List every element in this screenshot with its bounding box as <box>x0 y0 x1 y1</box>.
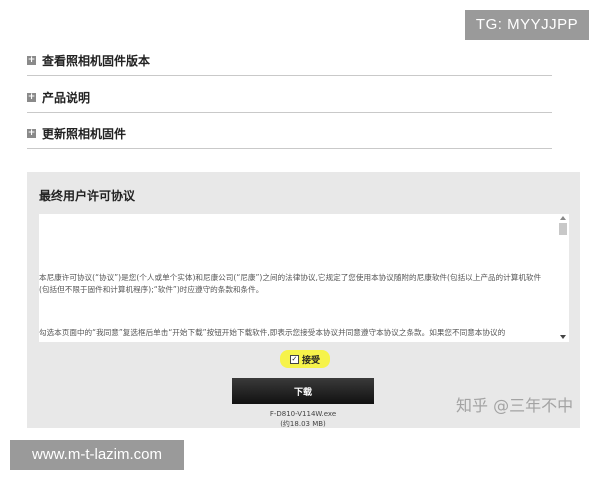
accordion-item-check-firmware-version[interactable]: + 查看照相机固件版本 <box>27 45 552 76</box>
plus-square-icon: + <box>27 54 36 65</box>
accordion-label: 更新照相机固件 <box>42 126 127 141</box>
download-file-size: (约18.03 MB) <box>280 420 326 428</box>
download-file-name: F-D810-V114W.exe <box>269 410 337 418</box>
eula-paragraph-2: 勾选本页面中的“我同意”复选框后单击“开始下载”按钮开始下载软件,即表示您接受本… <box>39 328 506 337</box>
accordion-label: 查看照相机固件版本 <box>42 53 151 68</box>
scroll-thumb[interactable] <box>559 223 567 235</box>
plus-square-icon: + <box>27 91 36 102</box>
eula-paragraph-1: 本尼康许可协议(“协议”)是您(个人或单个实体)和尼康公司(“尼康”)之间的法律… <box>39 273 542 294</box>
accordion-item-update-firmware[interactable]: + 更新照相机固件 <box>27 118 552 149</box>
plus-square-icon: + <box>27 127 36 138</box>
scroll-up-arrow-icon[interactable] <box>560 216 566 220</box>
watermark-zhihu: 知乎 @三年不中 <box>456 396 574 415</box>
accordion-label: 产品说明 <box>42 90 91 105</box>
accept-checkbox[interactable]: ✓ <box>289 354 299 364</box>
download-button[interactable]: 下载 <box>232 378 374 404</box>
watermark-tg: TG: MYYJJPP <box>465 10 589 40</box>
eula-title: 最终用户许可协议 <box>39 189 136 203</box>
accept-checkbox-group[interactable]: ✓ 接受 <box>280 350 330 368</box>
scroll-down-arrow-icon[interactable] <box>560 335 566 339</box>
accept-label: 接受 <box>301 355 320 366</box>
accordion-item-product-description[interactable]: + 产品说明 <box>27 82 552 113</box>
eula-scrollbar[interactable] <box>557 214 569 342</box>
eula-panel: 最终用户许可协议 本尼康许可协议(“协议”)是您(个人或单个实体)和尼康公司(“… <box>27 172 580 428</box>
watermark-url: www.m-t-lazim.com <box>10 440 184 470</box>
eula-text-box[interactable]: 本尼康许可协议(“协议”)是您(个人或单个实体)和尼康公司(“尼康”)之间的法律… <box>39 214 569 342</box>
